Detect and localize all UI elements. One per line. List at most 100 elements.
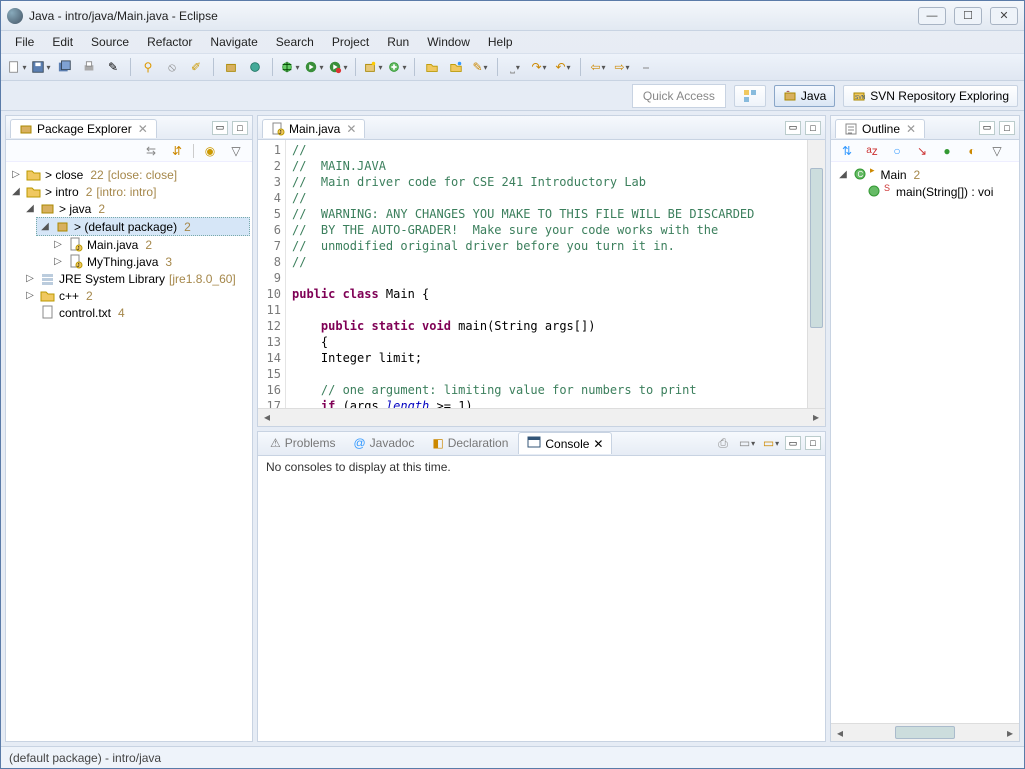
tree-jre-library[interactable]: ▷JRE System Library [jre1.8.0_60] [22, 270, 250, 287]
tab-problems[interactable]: ⚠Problems [262, 434, 343, 452]
tree-default-package[interactable]: ◢> (default package)2 [36, 217, 250, 236]
save-button[interactable]: ▾ [31, 57, 51, 77]
open-perspective-button[interactable] [734, 85, 766, 107]
svg-text:SVN: SVN [855, 95, 866, 101]
outline-class-main[interactable]: ◢C▸Main2 [835, 166, 1015, 183]
tree-folder-cpp[interactable]: ▷c++2 [22, 287, 250, 304]
wand-icon[interactable]: ✎ [103, 57, 123, 77]
outline-view: Outline ✕ ▭ □ ⇅ az ○ ↘ ● ◐ ▽ ◢C▸Main2 Sm… [830, 115, 1020, 742]
menu-project[interactable]: Project [324, 33, 377, 51]
menu-edit[interactable]: Edit [44, 33, 81, 51]
outline-menu-icon[interactable]: ▽ [987, 141, 1007, 161]
package-explorer-tab[interactable]: Package Explorer ✕ [10, 119, 157, 138]
close-icon[interactable]: ✕ [906, 122, 916, 136]
hide-non-public-icon[interactable]: ● [937, 141, 957, 161]
perspective-svn[interactable]: SVNSVN Repository Exploring [843, 85, 1018, 107]
perspective-java[interactable]: Java [774, 85, 835, 107]
tab-declaration[interactable]: ◧Declaration [424, 434, 516, 452]
outline-icon [844, 122, 858, 136]
close-button[interactable]: ✕ [990, 7, 1018, 25]
menu-file[interactable]: File [7, 33, 42, 51]
hide-local-icon[interactable]: ◐ [962, 141, 982, 161]
hide-fields-icon[interactable]: ○ [887, 141, 907, 161]
window-title: Java - intro/java/Main.java - Eclipse [29, 9, 918, 23]
minimize-button[interactable]: — [918, 7, 946, 25]
sort-az-icon[interactable]: az [862, 141, 882, 161]
debug-last-icon[interactable]: ⚲ [138, 57, 158, 77]
bottom-panel: ⚠Problems @Javadoc ◧Declaration Console … [257, 431, 826, 743]
outline-tab[interactable]: Outline ✕ [835, 119, 925, 138]
close-icon[interactable]: ✕ [593, 437, 603, 451]
outline-method-main[interactable]: Smain(String[]) : voi [849, 183, 1015, 200]
debug-button[interactable]: ▾ [280, 57, 300, 77]
new-project-icon[interactable]: ▾ [387, 57, 407, 77]
editor-v-scrollbar[interactable] [807, 140, 825, 408]
tree-file-main[interactable]: ▷JMain.java2 [50, 236, 250, 253]
menu-search[interactable]: Search [268, 33, 322, 51]
close-icon[interactable]: ✕ [138, 122, 148, 136]
menu-navigate[interactable]: Navigate [202, 33, 265, 51]
quick-access-input[interactable]: Quick Access [632, 84, 726, 108]
pin-icon[interactable]: ⎯ [636, 57, 656, 77]
editor-minimize-button[interactable]: ▭ [785, 121, 801, 135]
back-button[interactable]: ⇦▾ [588, 57, 608, 77]
menu-window[interactable]: Window [419, 33, 478, 51]
editor-tab-main[interactable]: J Main.java ✕ [262, 119, 365, 138]
save-all-button[interactable] [55, 57, 75, 77]
outline-maximize-button[interactable]: □ [999, 121, 1015, 135]
view-maximize-button[interactable]: □ [232, 121, 248, 135]
run-last-button[interactable]: ▾ [328, 57, 348, 77]
code-editor[interactable]: //// MAIN.JAVA// Main driver code for CS… [286, 140, 807, 408]
print-button[interactable] [79, 57, 99, 77]
view-menu-icon[interactable]: ▽ [226, 141, 246, 161]
run-button[interactable]: ▾ [304, 57, 324, 77]
new-package-icon[interactable] [221, 57, 241, 77]
editor-h-scrollbar[interactable]: ◂▸ [258, 408, 825, 426]
link-editor-icon[interactable]: ⇵ [167, 141, 187, 161]
package-explorer-tree[interactable]: ▷> close22 [close: close] ◢> intro2 [int… [6, 162, 252, 741]
editor-maximize-button[interactable]: □ [805, 121, 821, 135]
console-new-icon[interactable]: ▭▾ [761, 433, 781, 453]
menu-refactor[interactable]: Refactor [139, 33, 200, 51]
skip-bp-icon[interactable]: ⦸ [162, 57, 182, 77]
tree-file-mything[interactable]: ▷JMyThing.java3 [50, 253, 250, 270]
view-minimize-button[interactable]: ▭ [212, 121, 228, 135]
problems-icon: ⚠ [270, 436, 281, 450]
tree-project-intro[interactable]: ◢> intro2 [intro: intro] [8, 183, 250, 200]
menu-help[interactable]: Help [480, 33, 521, 51]
forward-button[interactable]: ⇨▾ [612, 57, 632, 77]
console-pin-icon[interactable]: ⎙ [713, 433, 733, 453]
sort-icon[interactable]: ⇅ [837, 141, 857, 161]
outline-minimize-button[interactable]: ▭ [979, 121, 995, 135]
close-icon[interactable]: ✕ [346, 122, 356, 136]
hide-static-icon[interactable]: ↘ [912, 141, 932, 161]
open-type-icon[interactable] [422, 57, 442, 77]
javadoc-icon: @ [353, 436, 365, 450]
outline-h-scrollbar[interactable]: ◂▸ [831, 723, 1019, 741]
focus-icon[interactable]: ◉ [200, 141, 220, 161]
next-annotation-icon[interactable]: ↷▾ [529, 57, 549, 77]
bottom-maximize-button[interactable]: □ [805, 436, 821, 450]
prev-annotation-icon[interactable]: ↶▾ [553, 57, 573, 77]
tab-javadoc[interactable]: @Javadoc [345, 434, 422, 452]
bottom-minimize-button[interactable]: ▭ [785, 436, 801, 450]
menu-source[interactable]: Source [83, 33, 137, 51]
open-task-icon[interactable] [446, 57, 466, 77]
brush-icon[interactable]: ✐ [186, 57, 206, 77]
console-display-icon[interactable]: ▭▾ [737, 433, 757, 453]
tab-console[interactable]: Console ✕ [518, 432, 612, 454]
new-java-project-icon[interactable]: ▾ [363, 57, 383, 77]
eclipse-icon [7, 8, 23, 24]
outline-tree[interactable]: ◢C▸Main2 Smain(String[]) : voi [831, 162, 1019, 723]
new-class-icon[interactable] [245, 57, 265, 77]
tree-project-close[interactable]: ▷> close22 [close: close] [8, 166, 250, 183]
menu-run[interactable]: Run [379, 33, 417, 51]
collapse-all-icon[interactable]: ⇆ [141, 141, 161, 161]
tree-file-control[interactable]: control.txt4 [22, 304, 250, 321]
status-text: (default package) - intro/java [9, 751, 161, 765]
search-button[interactable]: ✎▾ [470, 57, 490, 77]
maximize-button[interactable]: ☐ [954, 7, 982, 25]
new-button[interactable]: ▾ [7, 57, 27, 77]
toggle-mark-icon[interactable]: ⎵▾ [505, 57, 525, 77]
tree-srcfolder-java[interactable]: ◢> java2 [22, 200, 250, 217]
